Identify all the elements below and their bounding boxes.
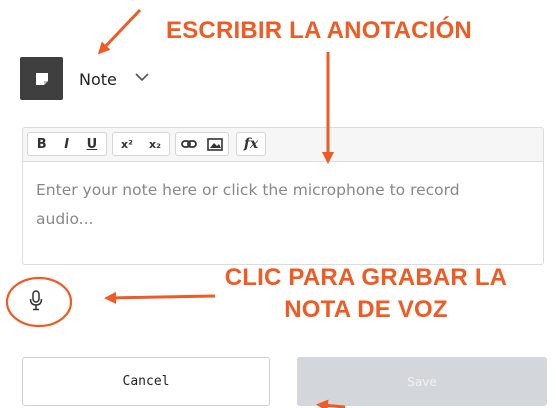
annotation-overlay	[5, 8, 346, 408]
annotation-mic-circle	[5, 276, 73, 328]
annotation-arrow-note-type	[97, 8, 142, 55]
annotation-arrow-save	[316, 399, 346, 408]
annotation-arrow-mic	[104, 291, 216, 304]
